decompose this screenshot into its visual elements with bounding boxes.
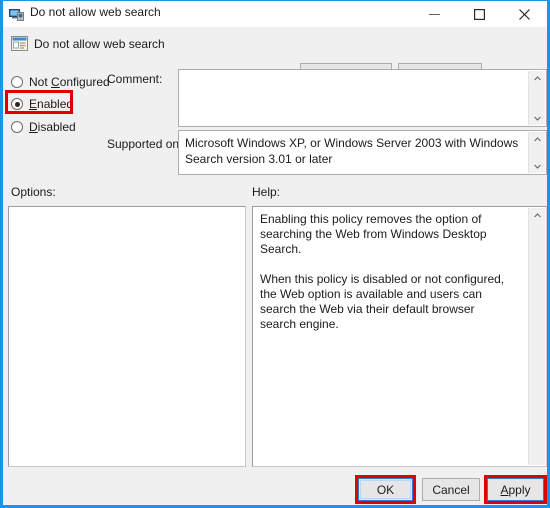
label-suffix: isabled <box>38 120 76 134</box>
close-icon[interactable] <box>502 1 547 27</box>
policy-name-label: Do not allow web search <box>34 37 165 51</box>
label-accel: E <box>29 97 37 111</box>
title-bar: Do not allow web search <box>3 1 547 28</box>
window-title: Do not allow web search <box>30 5 161 19</box>
radio-enabled-indicator[interactable] <box>11 98 23 110</box>
supported-on-label: Supported on: <box>107 137 182 151</box>
options-section-label: Options: <box>11 185 56 199</box>
help-panel[interactable]: Enabling this policy removes the option … <box>252 206 547 467</box>
help-paragraph: Enabling this policy removes the option … <box>260 212 512 257</box>
radio-enabled-label: Enabled <box>29 97 73 111</box>
label-accel: D <box>29 120 38 134</box>
supported-on-scrollbar[interactable] <box>528 132 545 173</box>
radio-not-configured[interactable]: Not Configured <box>11 73 110 91</box>
radio-disabled[interactable]: Disabled <box>11 118 76 136</box>
maximize-icon[interactable] <box>457 1 502 27</box>
computer-policy-icon <box>9 6 25 22</box>
radio-disabled-indicator[interactable] <box>11 121 23 133</box>
scroll-up-arrow-icon[interactable] <box>529 208 545 222</box>
label-suffix: onfigured <box>60 75 110 89</box>
help-scrollbar[interactable] <box>528 208 545 465</box>
radio-not-configured-indicator[interactable] <box>11 76 23 88</box>
radio-not-configured-label: Not Configured <box>29 75 110 89</box>
radio-disabled-label: Disabled <box>29 120 76 134</box>
policy-setting-icon <box>11 35 29 53</box>
label-prefix: Not <box>29 75 51 89</box>
radio-enabled[interactable]: Enabled <box>11 95 73 113</box>
help-text: Enabling this policy removes the option … <box>260 212 512 332</box>
comment-input[interactable] <box>178 69 547 127</box>
policy-header: Do not allow web search Previous Setting… <box>3 27 547 63</box>
help-paragraph: When this policy is disabled or not conf… <box>260 272 512 332</box>
supported-on-field[interactable]: Microsoft Windows XP, or Windows Server … <box>178 130 547 175</box>
apply-accel: A <box>500 483 508 497</box>
scroll-down-arrow-icon[interactable] <box>529 111 545 125</box>
options-panel[interactable] <box>8 206 246 467</box>
comment-label: Comment: <box>107 72 162 86</box>
scroll-up-arrow-icon[interactable] <box>529 132 545 146</box>
help-section-label: Help: <box>252 185 280 199</box>
scroll-down-arrow-icon[interactable] <box>529 159 545 173</box>
scroll-up-arrow-icon[interactable] <box>529 71 545 85</box>
minimize-icon[interactable] <box>412 1 457 27</box>
cancel-button[interactable]: Cancel <box>422 478 480 501</box>
group-policy-setting-dialog: Do not allow web search Do not <box>0 0 550 508</box>
label-suffix: nabled <box>37 97 73 111</box>
apply-button[interactable]: Apply <box>487 478 544 501</box>
label-accel: C <box>51 75 60 89</box>
comment-scrollbar[interactable] <box>528 71 545 125</box>
supported-on-value: Microsoft Windows XP, or Windows Server … <box>185 135 524 167</box>
apply-rest: pply <box>509 483 531 497</box>
ok-button[interactable]: OK <box>358 478 413 501</box>
